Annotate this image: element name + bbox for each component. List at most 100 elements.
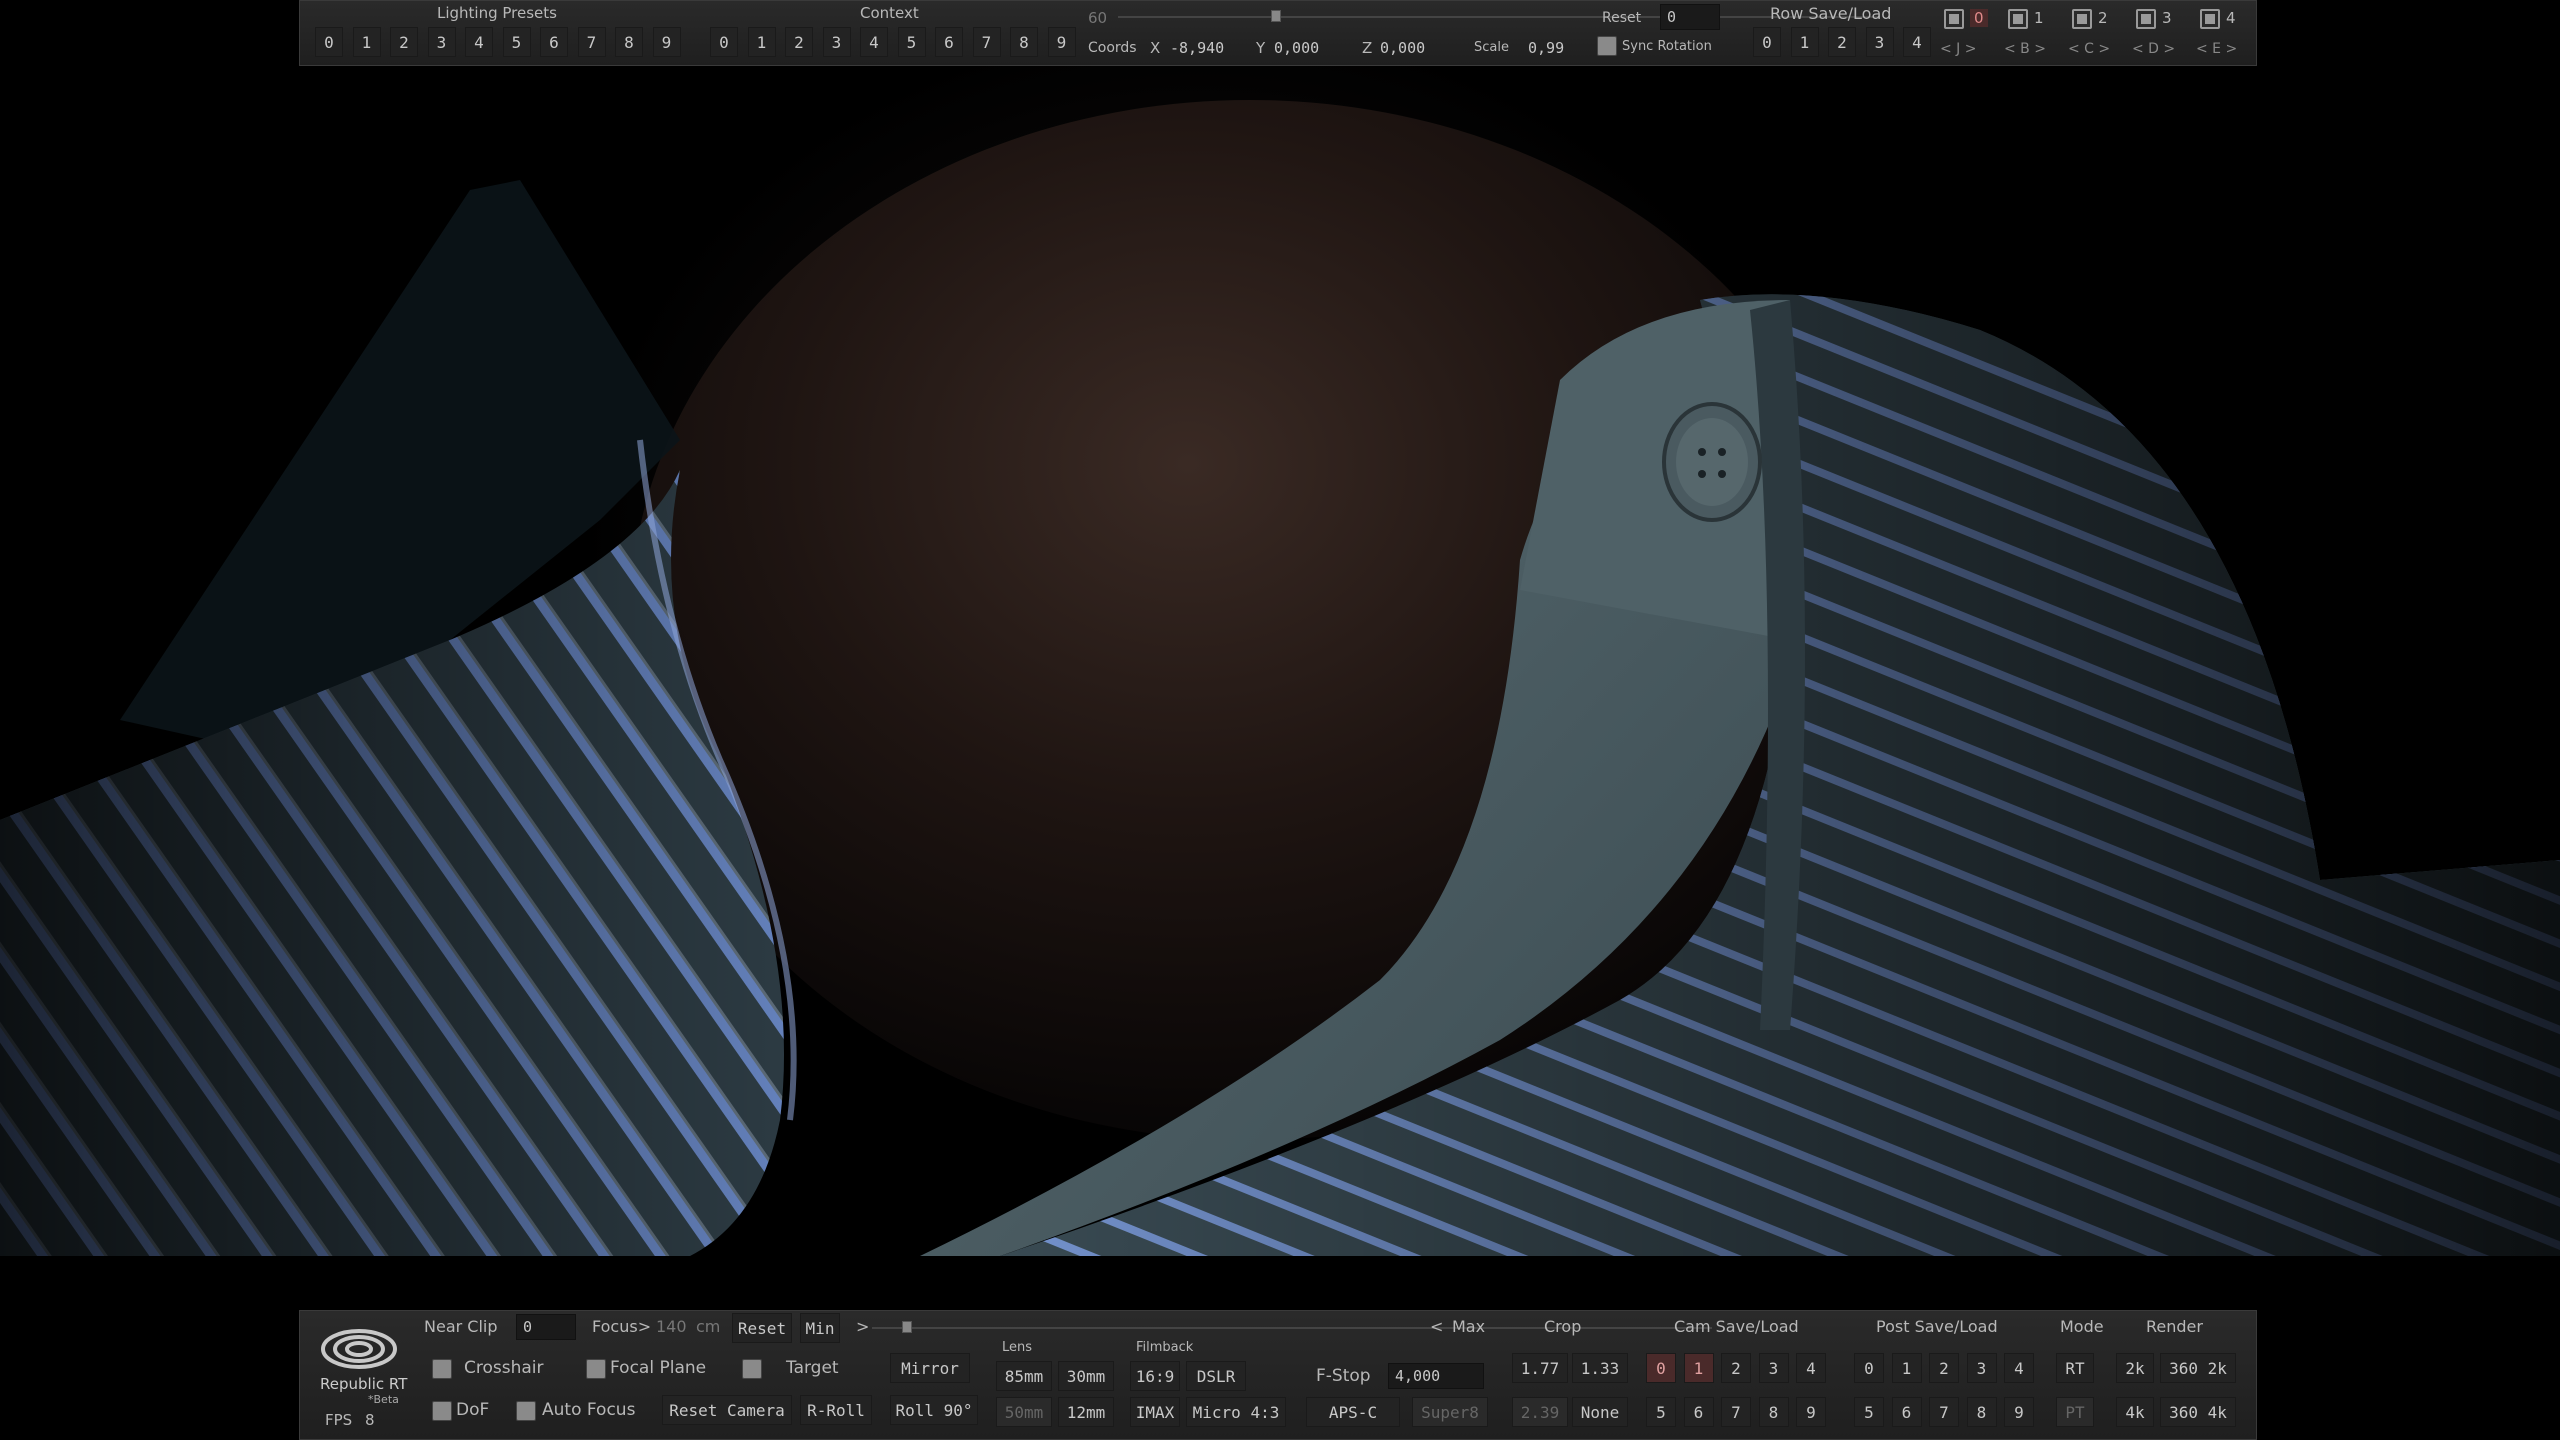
cam-slot-4-button[interactable]: 4 xyxy=(1796,1353,1826,1383)
cam-slot-0-button[interactable]: 0 xyxy=(1646,1353,1676,1383)
cam-slot-5-button[interactable]: 5 xyxy=(1646,1397,1676,1427)
max-label[interactable]: Max xyxy=(1452,1318,1485,1336)
layer-1-checkbox[interactable] xyxy=(2008,9,2028,29)
post-slot-4-button[interactable]: 4 xyxy=(2004,1353,2034,1383)
dof-checkbox[interactable] xyxy=(432,1401,452,1421)
mirror-button[interactable]: Mirror xyxy=(890,1353,970,1383)
post-slot-0-button[interactable]: 0 xyxy=(1854,1353,1884,1383)
reset-label[interactable]: Reset xyxy=(1602,9,1641,27)
lighting-preset-8-button[interactable]: 8 xyxy=(615,27,643,57)
context-2-button[interactable]: 2 xyxy=(785,27,813,57)
layer-0-nav[interactable]: < J > xyxy=(1940,41,1977,57)
row-slot-4-button[interactable]: 4 xyxy=(1903,27,1931,57)
mode-rt-button[interactable]: RT xyxy=(2056,1353,2094,1383)
crop-177-button[interactable]: 1.77 xyxy=(1512,1353,1568,1383)
cam-slot-1-button[interactable]: 1 xyxy=(1683,1353,1714,1383)
crop-133-button[interactable]: 1.33 xyxy=(1572,1353,1628,1383)
context-0-button[interactable]: 0 xyxy=(710,27,738,57)
cam-slot-3-button[interactable]: 3 xyxy=(1758,1353,1789,1383)
render-2k-button[interactable]: 2k xyxy=(2116,1353,2154,1383)
fstop-field[interactable]: 4,000 xyxy=(1388,1363,1484,1389)
row-slot-1-button[interactable]: 1 xyxy=(1790,27,1819,57)
layer-2-checkbox[interactable] xyxy=(2072,9,2092,29)
cam-slot-8-button[interactable]: 8 xyxy=(1758,1397,1789,1427)
post-slot-1-button[interactable]: 1 xyxy=(1891,1353,1922,1383)
z-field[interactable]: 0,000 xyxy=(1374,35,1470,61)
top-slider-track[interactable] xyxy=(1118,16,1880,18)
post-slot-8-button[interactable]: 8 xyxy=(1966,1397,1997,1427)
layer-4-checkbox[interactable] xyxy=(2200,9,2220,29)
focus-min-button[interactable]: Min xyxy=(800,1313,840,1343)
context-6-button[interactable]: 6 xyxy=(935,27,963,57)
lighting-preset-6-button[interactable]: 6 xyxy=(540,27,568,57)
context-4-button[interactable]: 4 xyxy=(860,27,888,57)
crop-239-button[interactable]: 2.39 xyxy=(1512,1397,1568,1427)
post-slot-2-button[interactable]: 2 xyxy=(1929,1353,1959,1383)
focal-plane-checkbox[interactable] xyxy=(586,1359,606,1379)
context-8-button[interactable]: 8 xyxy=(1010,27,1038,57)
y-field[interactable]: 0,000 xyxy=(1268,35,1364,61)
lighting-preset-0-button[interactable]: 0 xyxy=(315,27,343,57)
context-9-button[interactable]: 9 xyxy=(1047,27,1076,57)
render-4k-button[interactable]: 4k xyxy=(2116,1397,2154,1427)
crosshair-checkbox[interactable] xyxy=(432,1359,452,1379)
post-slot-6-button[interactable]: 6 xyxy=(1891,1397,1922,1427)
sync-rotation-checkbox[interactable] xyxy=(1597,36,1617,56)
layer-3-nav[interactable]: < D > xyxy=(2132,41,2175,57)
post-slot-3-button[interactable]: 3 xyxy=(1966,1353,1997,1383)
render-viewport[interactable] xyxy=(0,0,2560,1440)
context-5-button[interactable]: 5 xyxy=(897,27,926,57)
focus-value[interactable]: 140 xyxy=(656,1318,687,1336)
post-slot-5-button[interactable]: 5 xyxy=(1854,1397,1884,1427)
filmback-micro43-button[interactable]: Micro 4:3 xyxy=(1186,1397,1286,1427)
cam-slot-6-button[interactable]: 6 xyxy=(1683,1397,1714,1427)
cam-slot-7-button[interactable]: 7 xyxy=(1721,1397,1751,1427)
layer-3-checkbox[interactable] xyxy=(2136,9,2156,29)
reset-camera-button[interactable]: Reset Camera xyxy=(662,1395,792,1425)
focus-slider-track[interactable] xyxy=(872,1327,1712,1329)
r-roll-button[interactable]: R-Roll xyxy=(800,1395,872,1425)
render-360-4k-button[interactable]: 360 4k xyxy=(2160,1397,2236,1427)
focus-slider-knob[interactable] xyxy=(902,1321,912,1333)
post-slot-9-button[interactable]: 9 xyxy=(2004,1397,2034,1427)
filmback-dslr-button[interactable]: DSLR xyxy=(1186,1361,1246,1391)
layer-4-nav[interactable]: < E > xyxy=(2196,41,2237,57)
cam-slot-2-button[interactable]: 2 xyxy=(1721,1353,1751,1383)
reset-field[interactable]: 0 xyxy=(1660,4,1720,30)
lighting-preset-2-button[interactable]: 2 xyxy=(390,27,418,57)
mode-pt-button[interactable]: PT xyxy=(2056,1397,2094,1427)
context-1-button[interactable]: 1 xyxy=(747,27,776,57)
lighting-preset-3-button[interactable]: 3 xyxy=(427,27,456,57)
target-checkbox[interactable] xyxy=(742,1359,762,1379)
render-360-2k-button[interactable]: 360 2k xyxy=(2160,1353,2236,1383)
scale-field[interactable]: 0,99 xyxy=(1522,35,1582,61)
near-clip-field[interactable]: 0 xyxy=(516,1314,576,1340)
lighting-preset-4-button[interactable]: 4 xyxy=(465,27,493,57)
roll-90-button[interactable]: Roll 90° xyxy=(890,1395,978,1425)
x-field[interactable]: -8,940 xyxy=(1164,35,1260,61)
context-7-button[interactable]: 7 xyxy=(972,27,1001,57)
filmback-imax-button[interactable]: IMAX xyxy=(1130,1397,1180,1427)
crop-none-button[interactable]: None xyxy=(1572,1397,1628,1427)
cam-slot-9-button[interactable]: 9 xyxy=(1796,1397,1826,1427)
filmback-super8-button[interactable]: Super8 xyxy=(1412,1397,1488,1427)
lighting-preset-1-button[interactable]: 1 xyxy=(352,27,381,57)
focus-reset-button[interactable]: Reset xyxy=(732,1313,792,1343)
lighting-preset-7-button[interactable]: 7 xyxy=(577,27,606,57)
row-slot-0-button[interactable]: 0 xyxy=(1753,27,1781,57)
filmback-16-9-button[interactable]: 16:9 xyxy=(1130,1361,1180,1391)
row-slot-3-button[interactable]: 3 xyxy=(1865,27,1894,57)
row-slot-2-button[interactable]: 2 xyxy=(1828,27,1856,57)
auto-focus-checkbox[interactable] xyxy=(516,1401,536,1421)
post-slot-7-button[interactable]: 7 xyxy=(1929,1397,1959,1427)
lighting-preset-9-button[interactable]: 9 xyxy=(652,27,681,57)
top-slider-knob[interactable] xyxy=(1271,10,1281,22)
context-3-button[interactable]: 3 xyxy=(822,27,851,57)
lens-30mm-button[interactable]: 30mm xyxy=(1058,1361,1114,1391)
lighting-preset-5-button[interactable]: 5 xyxy=(502,27,531,57)
filmback-apsc-button[interactable]: APS-C xyxy=(1306,1397,1400,1427)
layer-0-checkbox[interactable] xyxy=(1944,9,1964,29)
lens-50mm-button[interactable]: 50mm xyxy=(996,1397,1052,1427)
lens-85mm-button[interactable]: 85mm xyxy=(996,1361,1052,1391)
layer-1-nav[interactable]: < B > xyxy=(2004,41,2046,57)
